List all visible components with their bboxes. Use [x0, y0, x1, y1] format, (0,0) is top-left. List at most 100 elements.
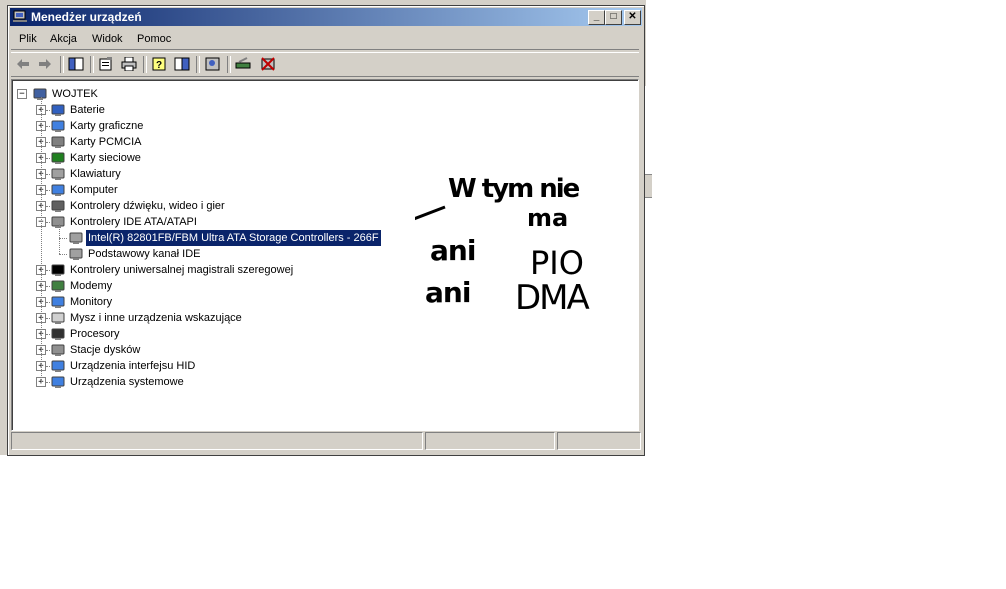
print-button[interactable] [120, 56, 138, 72]
status-bar [11, 432, 641, 450]
battery-icon [50, 103, 66, 117]
monitor-icon [50, 295, 66, 309]
menu-widok[interactable]: Widok [92, 33, 123, 45]
tree-category-label: Stacje dysków [70, 344, 141, 356]
menu-pomoc[interactable]: Pomoc [137, 33, 171, 45]
tree-category-label: Klawiatury [70, 168, 121, 180]
uninstall-icon [261, 57, 275, 71]
tree-category-label: Modemy [70, 280, 113, 292]
view-button[interactable] [173, 56, 191, 72]
tree-category-label: Komputer [70, 184, 118, 196]
annotation-line-6: DMA [515, 278, 590, 318]
status-pane-3 [557, 432, 641, 450]
tree-category[interactable]: + Urządzenia interfejsu HID [12, 358, 612, 374]
tree-category[interactable]: + Baterie [12, 102, 612, 118]
tree-connector [59, 224, 60, 254]
tree-category-label: Monitory [70, 296, 113, 308]
network-card-icon [50, 151, 66, 165]
sound-icon [50, 199, 66, 213]
system-device-icon [50, 375, 66, 389]
annotation-line-1: W tym nie [448, 174, 580, 204]
back-button[interactable] [14, 56, 32, 72]
keyboard-icon [50, 167, 66, 181]
minimize-button[interactable]: _ [588, 10, 605, 25]
drive-icon [68, 247, 84, 261]
toolbar-separator [196, 56, 200, 73]
computer-icon [50, 183, 66, 197]
tree-root-label: WOJTEK [52, 88, 98, 100]
annotation-line-2: ma [527, 204, 569, 232]
update-driver-button[interactable] [234, 56, 252, 72]
view-icon [174, 57, 190, 71]
tree-category-label: Karty sieciowe [70, 152, 141, 164]
minimize-icon: _ [593, 11, 600, 22]
toolbar-separator [227, 56, 231, 73]
tree-category[interactable]: + Urządzenia systemowe [12, 374, 612, 390]
tree-category[interactable]: + Karty PCMCIA [12, 134, 612, 150]
maximize-icon: □ [610, 11, 617, 22]
drive-icon [68, 231, 84, 245]
tree-root[interactable]: − WOJTEK [12, 86, 612, 102]
show-hide-tree-button[interactable] [67, 56, 85, 72]
tree-category-label: Urządzenia systemowe [70, 376, 184, 388]
update-driver-icon [235, 57, 251, 69]
processor-icon [50, 327, 66, 341]
tree-category-label: Procesory [70, 328, 120, 340]
tree-connector [59, 254, 67, 255]
collapse-icon[interactable]: − [17, 89, 27, 99]
tree-category-label: Kontrolery uniwersalnej magistrali szere… [70, 264, 294, 276]
toolbar-separator [60, 56, 64, 73]
status-pane-2 [425, 432, 555, 450]
display-adapter-icon [50, 119, 66, 133]
status-pane-main [11, 432, 423, 450]
tree-device-label: Podstawowy kanał IDE [88, 248, 201, 260]
hid-icon [50, 359, 66, 373]
tree-category-label: Karty graficzne [70, 120, 144, 132]
pcmcia-icon [50, 135, 66, 149]
root-computer-icon [32, 87, 48, 101]
print-icon [121, 57, 137, 71]
device-manager-icon [13, 10, 27, 22]
annotation-line-5: ani [425, 276, 471, 309]
svg-text:?: ? [156, 60, 162, 71]
usb-icon [50, 263, 66, 277]
tree-device-label: Intel(R) 82801FB/FBM Ultra ATA Storage C… [85, 229, 382, 247]
back-icon [17, 59, 29, 69]
tree-connector [41, 97, 42, 382]
forward-icon [39, 59, 51, 69]
tree-category-label: Karty PCMCIA [70, 136, 142, 148]
close-icon: ✕ [628, 11, 637, 22]
annotation-line-4: PIO [530, 244, 584, 282]
properties-button[interactable] [97, 56, 115, 72]
tree-category-label: Mysz i inne urządzenia wskazujące [70, 312, 242, 324]
tree-category[interactable]: + Stacje dysków [12, 342, 612, 358]
disk-drive-icon [50, 343, 66, 357]
help-button[interactable]: ? [150, 56, 168, 72]
title-bar[interactable]: Menedżer urządzeń _ □ ✕ [10, 8, 642, 26]
maximize-button[interactable]: □ [605, 10, 622, 25]
menu-plik[interactable]: Plik [19, 33, 37, 45]
properties-icon [99, 57, 112, 71]
tree-category-label: Baterie [70, 104, 105, 116]
handwritten-annotation: W tym nie ma ani PIO ani DMA [415, 160, 635, 320]
tree-category[interactable]: + Karty graficzne [12, 118, 612, 134]
forward-button[interactable] [36, 56, 54, 72]
scan-hardware-icon [205, 57, 220, 71]
tree-category-label: Kontrolery IDE ATA/ATAPI [70, 216, 197, 228]
tree-connector [59, 238, 67, 239]
scan-hardware-button[interactable] [204, 56, 222, 72]
uninstall-button[interactable] [259, 56, 277, 72]
toolbar-separator [143, 56, 147, 73]
tree-category-label: Urządzenia interfejsu HID [70, 360, 196, 372]
menu-bar: Plik Akcja Widok Pomoc [11, 29, 639, 50]
mouse-icon [50, 311, 66, 325]
toolbar: ? [11, 52, 639, 77]
help-icon: ? [152, 57, 166, 71]
modem-icon [50, 279, 66, 293]
ide-controller-icon [50, 215, 66, 229]
window-title: Menedżer urządzeń [31, 10, 142, 24]
tree-category[interactable]: + Procesory [12, 326, 612, 342]
close-button[interactable]: ✕ [624, 10, 641, 25]
menu-akcja[interactable]: Akcja [50, 33, 77, 45]
show-hide-tree-icon [68, 57, 84, 71]
